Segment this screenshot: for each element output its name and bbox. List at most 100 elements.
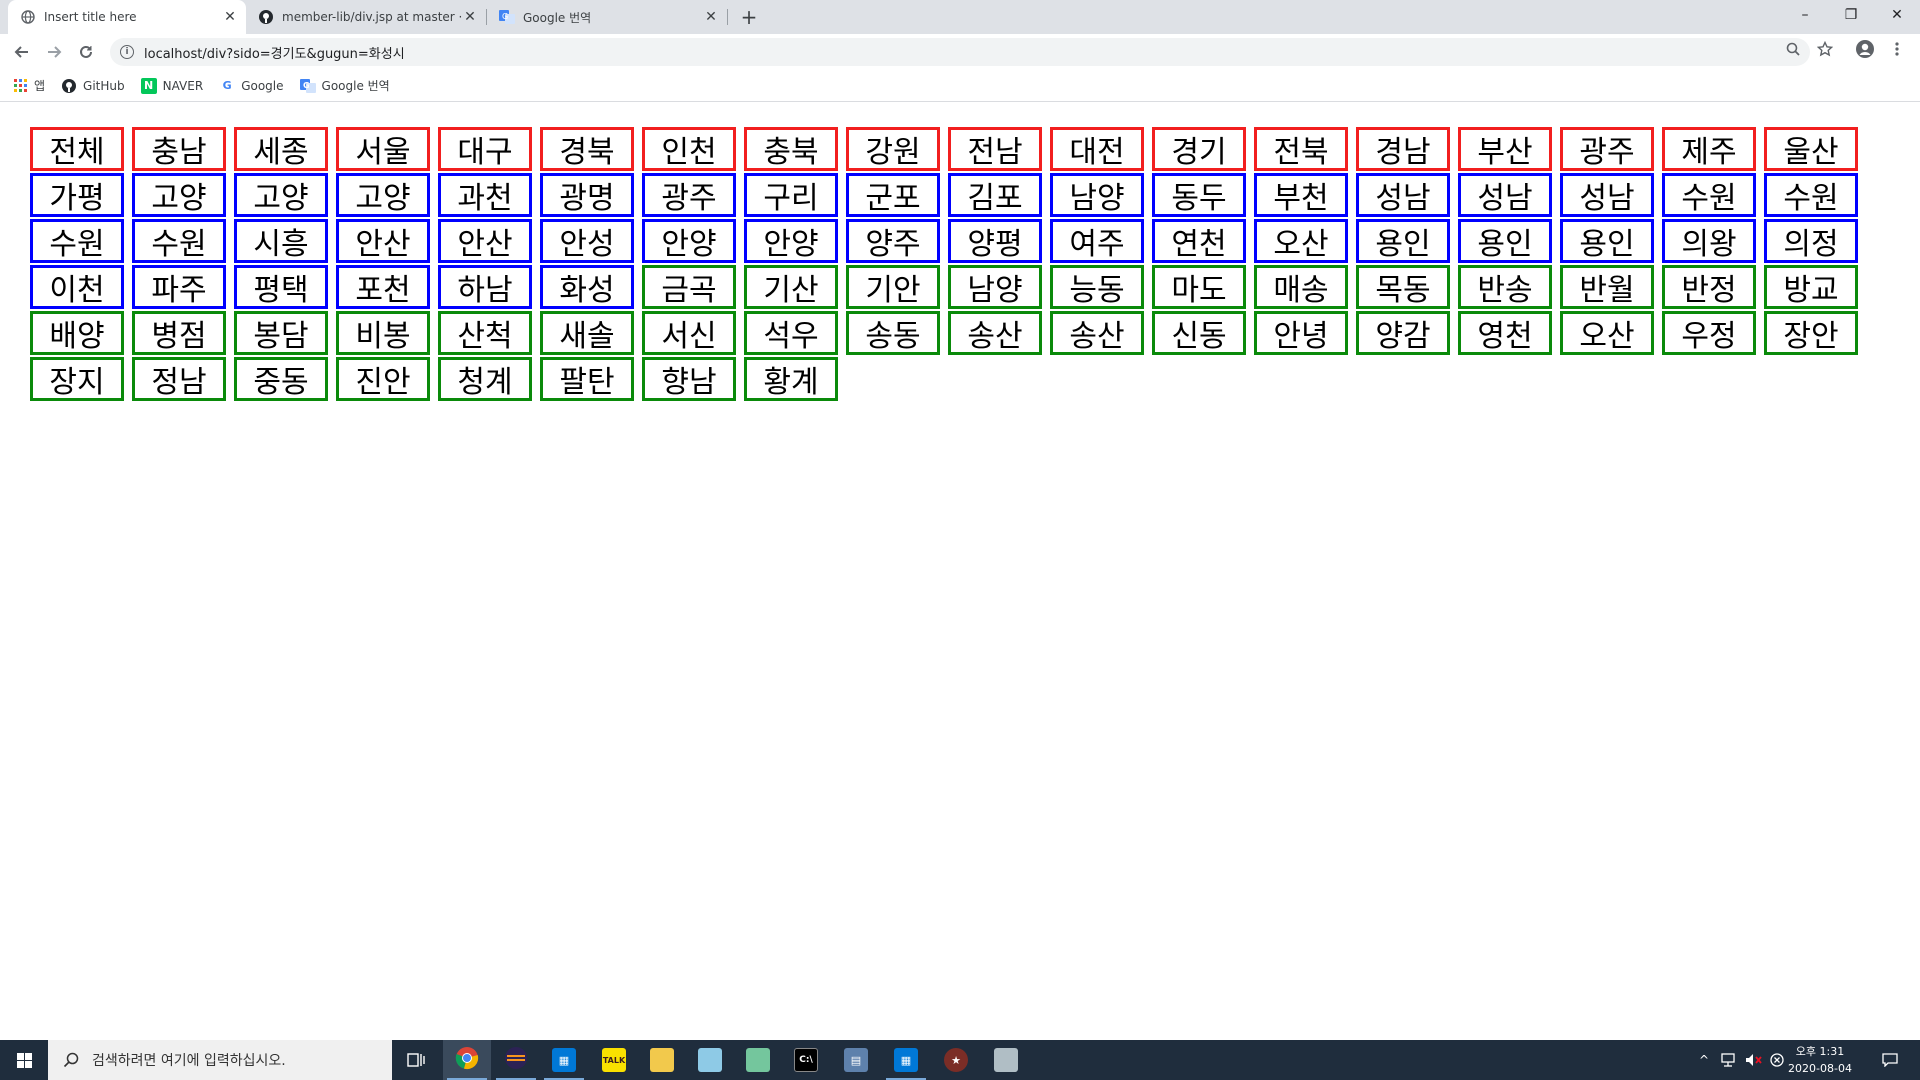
minimize-button[interactable]: – xyxy=(1782,0,1828,30)
info-icon[interactable]: i xyxy=(120,45,134,59)
star-icon[interactable] xyxy=(1814,38,1836,60)
bookmark-github[interactable]: GitHub xyxy=(61,78,125,94)
region-box: 향남 xyxy=(642,357,736,401)
clock[interactable]: 오후 1:31 2020-08-04 xyxy=(1780,1043,1860,1077)
notepad-icon xyxy=(698,1048,722,1072)
task-view-button[interactable] xyxy=(392,1040,440,1080)
chrome-taskbar-button[interactable] xyxy=(443,1040,491,1080)
region-box: 안산 xyxy=(336,219,430,263)
store-icon: ▦ xyxy=(894,1048,918,1072)
google-translate-icon: G xyxy=(299,78,316,94)
region-box: 성남 xyxy=(1458,173,1552,217)
restore-button[interactable]: ❐ xyxy=(1828,0,1874,30)
region-box: 화성 xyxy=(540,265,634,309)
region-box: 광주 xyxy=(1560,127,1654,171)
tab-insert-title[interactable]: Insert title here ✕ xyxy=(8,0,246,34)
region-box: 경남 xyxy=(1356,127,1450,171)
bookmark-label: 앱 xyxy=(34,79,46,93)
region-box: 광주 xyxy=(642,173,736,217)
bookmark-google[interactable]: G Google xyxy=(219,78,284,94)
zoom-icon[interactable] xyxy=(1782,38,1804,60)
region-box: 대구 xyxy=(438,127,532,171)
region-box: 안양 xyxy=(744,219,838,263)
region-box: 진안 xyxy=(336,357,430,401)
tab-title: Insert title here xyxy=(44,10,137,24)
kakaotalk-icon: TALK xyxy=(602,1048,626,1072)
region-box: 안녕 xyxy=(1254,311,1348,355)
region-box: 동두 xyxy=(1152,173,1246,217)
tab-google-translate[interactable]: G Google 번역 ✕ xyxy=(487,0,727,34)
region-box: 마도 xyxy=(1152,265,1246,309)
region-box: 산척 xyxy=(438,311,532,355)
region-box: 중동 xyxy=(234,357,328,401)
editor-taskbar-button[interactable] xyxy=(734,1040,782,1080)
region-box: 경북 xyxy=(540,127,634,171)
bookmark-apps[interactable]: 앱 xyxy=(14,77,45,94)
region-box: 신동 xyxy=(1152,311,1246,355)
new-tab-button[interactable]: + xyxy=(738,5,760,29)
profile-icon[interactable] xyxy=(1854,38,1876,60)
eclipse-taskbar-button[interactable] xyxy=(492,1040,540,1080)
file-explorer-taskbar-button[interactable] xyxy=(638,1040,686,1080)
close-window-button[interactable]: ✕ xyxy=(1874,0,1920,30)
region-box: 연천 xyxy=(1152,219,1246,263)
region-box: 성남 xyxy=(1356,173,1450,217)
region-box: 안산 xyxy=(438,219,532,263)
bookmark-label: GitHub xyxy=(83,78,125,93)
region-box: 팔탄 xyxy=(540,357,634,401)
cmd-taskbar-button[interactable]: C:\ xyxy=(782,1040,830,1080)
region-box: 기산 xyxy=(744,265,838,309)
forward-button[interactable] xyxy=(42,40,66,64)
page-content: 전체 충남 세종 서울 대구 경북 인천 충북 강원 전남 대전 경기 전북 경남 부산 광주 제주 울산 가평 고양… xyxy=(0,102,1920,1040)
region-box: 경기 xyxy=(1152,127,1246,171)
address-bar[interactable]: i localhost/div?sido=경기도&gugun=화성시 xyxy=(110,38,1810,66)
region-box: 새솔 xyxy=(540,311,634,355)
network-app-taskbar-button[interactable] xyxy=(982,1040,1030,1080)
store2-taskbar-button[interactable]: ▦ xyxy=(882,1040,930,1080)
start-button[interactable] xyxy=(0,1040,48,1080)
region-box: 송산 xyxy=(1050,311,1144,355)
volume-muted-icon[interactable] xyxy=(1742,1040,1766,1080)
region-box: 이천 xyxy=(30,265,124,309)
taskbar: 검색하려면 여기에 입력하십시오. ▦ TALK C:\ ▤ ▦ ★ ^ 오후 … xyxy=(0,1040,1920,1080)
reload-icon xyxy=(80,45,92,58)
region-box: 의정 xyxy=(1764,219,1858,263)
region-box: 목동 xyxy=(1356,265,1450,309)
bookmark-google-translate[interactable]: G Google 번역 xyxy=(299,77,390,94)
region-box: 평택 xyxy=(234,265,328,309)
region-box: 부천 xyxy=(1254,173,1348,217)
store-taskbar-button[interactable]: ▦ xyxy=(540,1040,588,1080)
apps-icon xyxy=(14,78,28,93)
close-icon[interactable]: ✕ xyxy=(222,9,238,25)
region-box: 매송 xyxy=(1254,265,1348,309)
region-box: 군포 xyxy=(846,173,940,217)
game-taskbar-button[interactable]: ★ xyxy=(932,1040,980,1080)
back-button[interactable] xyxy=(10,40,34,64)
reload-button[interactable] xyxy=(74,40,98,64)
network-icon[interactable] xyxy=(1716,1040,1740,1080)
close-icon[interactable]: ✕ xyxy=(703,9,719,25)
notepad-taskbar-button[interactable] xyxy=(686,1040,734,1080)
bookmark-naver[interactable]: N NAVER xyxy=(140,77,204,94)
tab-separator xyxy=(727,9,728,25)
notification-icon[interactable] xyxy=(1870,1040,1910,1080)
close-icon[interactable]: ✕ xyxy=(462,9,478,25)
region-box: 세종 xyxy=(234,127,328,171)
github-icon xyxy=(61,78,77,94)
tab-github[interactable]: member-lib/div.jsp at master · F ✕ xyxy=(246,0,486,34)
region-box: 가평 xyxy=(30,173,124,217)
region-box: 반정 xyxy=(1662,265,1756,309)
github-icon xyxy=(258,9,274,25)
svg-text:G: G xyxy=(502,12,508,21)
taskbar-search[interactable]: 검색하려면 여기에 입력하십시오. xyxy=(48,1040,392,1080)
calculator-taskbar-button[interactable]: ▤ xyxy=(832,1040,880,1080)
chevron-up-icon[interactable]: ^ xyxy=(1694,1040,1714,1080)
region-box: 병점 xyxy=(132,311,226,355)
eclipse-icon xyxy=(504,1046,528,1074)
network-app-icon xyxy=(994,1048,1018,1072)
menu-icon[interactable] xyxy=(1886,38,1908,60)
svg-text:G: G xyxy=(303,81,310,90)
bookmark-label: NAVER xyxy=(162,78,204,93)
google-icon: G xyxy=(222,79,232,92)
kakaotalk-taskbar-button[interactable]: TALK xyxy=(590,1040,638,1080)
